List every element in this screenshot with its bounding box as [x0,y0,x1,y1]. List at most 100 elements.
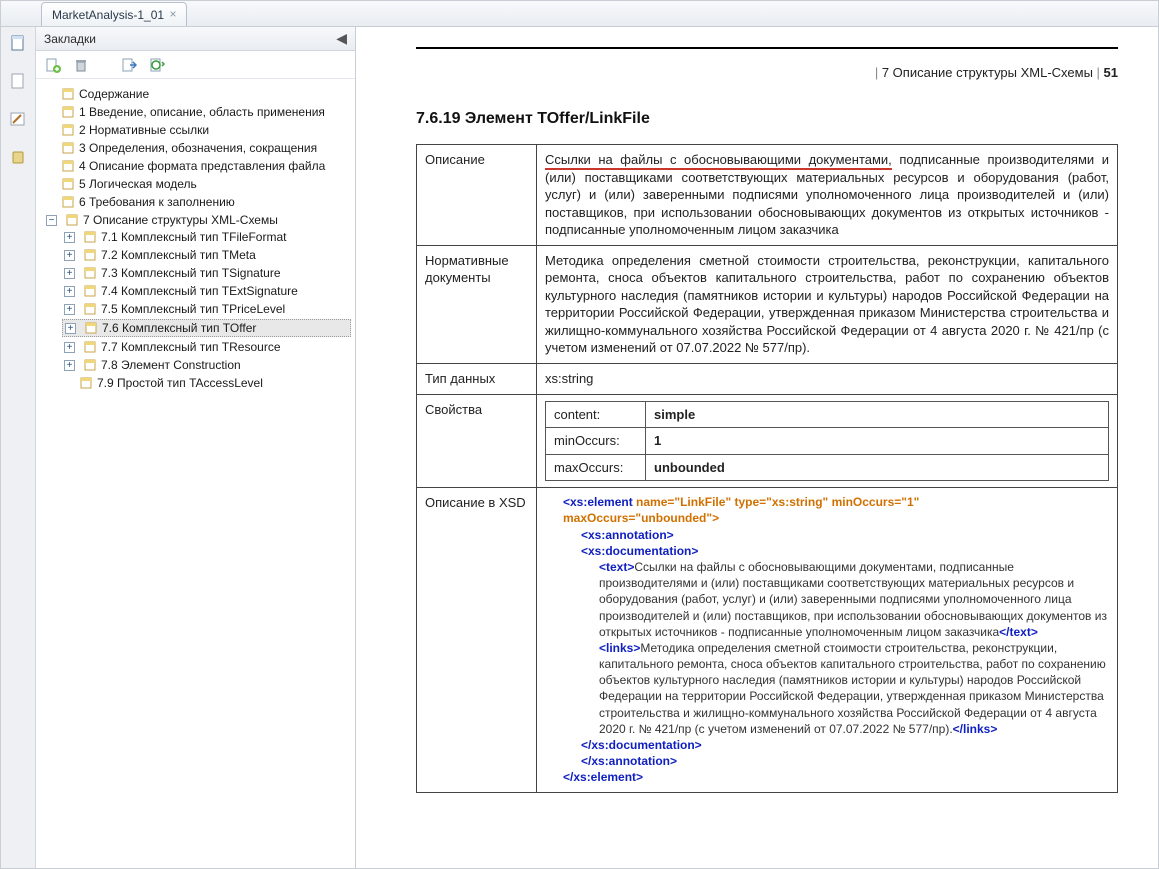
tree-item[interactable]: Содержание [44,86,351,102]
tree-item[interactable]: − 7 Описание структуры XML-Схемы [44,212,351,228]
tree-item[interactable]: 3 Определения, обозначения, сокращения [44,140,351,156]
bookmark-icon [83,302,97,316]
document-page: | 7 Описание структуры XML-Схемы | 51 7.… [356,27,1158,868]
row-label: Тип данных [417,364,537,395]
expand-toggle-icon[interactable]: + [64,360,75,371]
tree-label: 6 Требования к заполнению [79,195,235,209]
bookmark-icon [61,87,75,101]
collapse-icon[interactable]: ◀ [336,30,347,47]
bookmarks-sidebar: Закладки ◀ Содержание 1 Введение, описан… [36,27,356,868]
document-tab-label: MarketAnalysis-1_01 [52,8,164,22]
tree-item[interactable]: 4 Описание формата представления файла [44,158,351,174]
xsd-code: <xs:element name="LinkFile" type="xs:str… [537,488,1118,792]
bookmark-icon [83,358,97,372]
bookmark-icon [61,159,75,173]
sidebar-toolbar [36,51,355,79]
prop-val: simple [646,401,1109,428]
prop-val: unbounded [646,454,1109,481]
tree-item[interactable]: +7.3 Комплексный тип TSignature [62,265,351,281]
bookmark-icon [61,105,75,119]
bookmark-icon [79,376,93,390]
main: Закладки ◀ Содержание 1 Введение, описан… [1,27,1158,868]
tree-label: 7.2 Комплексный тип TMeta [101,248,256,262]
tree-item[interactable]: 6 Требования к заполнению [44,194,351,210]
bookmark-icon [83,340,97,354]
bookmark-icon [61,177,75,191]
tree-item-selected[interactable]: +7.6 Комплексный тип TOffer [62,319,351,337]
bookmark-icon [61,141,75,155]
page-icon[interactable] [8,71,28,91]
trash-icon[interactable] [72,56,90,74]
tree-label: 3 Определения, обозначения, сокращения [79,141,317,155]
row-value: Ссылки на файлы с обосновывающими докуме… [537,145,1118,246]
expand-toggle-icon[interactable]: + [64,286,75,297]
collapse-toggle-icon[interactable]: − [46,215,57,226]
tree-item[interactable]: 1 Введение, описание, область применения [44,104,351,120]
tree-label: 7.8 Элемент Construction [101,358,241,372]
tree-item[interactable]: +7.2 Комплексный тип TMeta [62,247,351,263]
page-header: | 7 Описание структуры XML-Схемы | 51 [416,65,1118,80]
definition-table: Описание Ссылки на файлы с обосновывающи… [416,144,1118,793]
bookmark-icon [65,213,79,227]
expand-toggle-icon[interactable]: + [64,232,75,243]
tree-label: 7.7 Комплексный тип TResource [101,340,281,354]
goto-bookmark-icon[interactable] [120,56,138,74]
tree-item[interactable]: +7.7 Комплексный тип TResource [62,339,351,355]
tree-label: 2 Нормативные ссылки [79,123,209,137]
section-title: 7.6.19 Элемент TOffer/LinkFile [416,110,1118,128]
bookmark-icon [61,195,75,209]
tree-label: 5 Логическая модель [79,177,197,191]
row-label: Нормативные документы [417,245,537,363]
expand-toggle-icon[interactable]: + [64,250,75,261]
bookmark-icon [84,321,98,335]
page-header-section: 7 Описание структуры XML-Схемы [882,65,1093,80]
prop-key: maxOccurs: [546,454,646,481]
document-tabbar: MarketAnalysis-1_01 × [1,1,1158,27]
properties-table: content:simple minOccurs:1 maxOccurs:unb… [545,401,1109,482]
prop-val: 1 [646,428,1109,455]
export-bookmark-icon[interactable] [148,56,166,74]
bookmark-icon [61,123,75,137]
tree-item[interactable]: 5 Логическая модель [44,176,351,192]
bookmarks-tree[interactable]: Содержание 1 Введение, описание, область… [36,79,355,868]
document-viewer[interactable]: | 7 Описание структуры XML-Схемы | 51 7.… [356,27,1158,868]
tree-label: 1 Введение, описание, область применения [79,105,325,119]
row-label: Описание [417,145,537,246]
new-doc-icon[interactable] [8,33,28,53]
row-value: xs:string [537,364,1118,395]
tree-item[interactable]: +7.5 Комплексный тип TPriceLevel [62,301,351,317]
tree-label: 7.9 Простой тип TAccessLevel [97,376,263,390]
expand-toggle-icon[interactable]: + [64,304,75,315]
bookmark-icon [83,230,97,244]
document-tab[interactable]: MarketAnalysis-1_01 × [41,2,187,26]
expand-toggle-icon[interactable]: + [64,342,75,353]
row-value: content:simple minOccurs:1 maxOccurs:unb… [537,394,1118,488]
tree-label: 7.5 Комплексный тип TPriceLevel [101,302,285,316]
row-label: Описание в XSD [417,488,537,792]
bookmark-icon [83,266,97,280]
app-window: MarketAnalysis-1_01 × Закладки ◀ [0,0,1159,869]
expand-toggle-icon[interactable]: + [65,323,76,334]
tree-item[interactable]: +7.1 Комплексный тип TFileFormat [62,229,351,245]
sidebar-header: Закладки ◀ [36,27,355,51]
book-icon[interactable] [8,147,28,167]
highlighted-text: Ссылки на файлы с обосновывающими докуме… [545,152,892,170]
tree-item[interactable]: 7.9 Простой тип TAccessLevel [62,375,351,391]
page-number: 51 [1104,65,1118,80]
add-bookmark-icon[interactable] [44,56,62,74]
tree-item[interactable]: +7.8 Элемент Construction [62,357,351,373]
tree-label: 7 Описание структуры XML-Схемы [83,213,278,227]
row-value: Методика определения сметной стоимости с… [537,245,1118,363]
tree-item[interactable]: 2 Нормативные ссылки [44,122,351,138]
tree-label: 7.6 Комплексный тип TOffer [102,321,256,335]
bookmark-icon [83,248,97,262]
tree-item[interactable]: +7.4 Комплексный тип TExtSignature [62,283,351,299]
expand-toggle-icon[interactable]: + [64,268,75,279]
tree-label: 7.4 Комплексный тип TExtSignature [101,284,298,298]
row-label: Свойства [417,394,537,488]
tree-label: 7.1 Комплексный тип TFileFormat [101,230,286,244]
bookmark-icon [83,284,97,298]
close-icon[interactable]: × [166,7,180,21]
edit-icon[interactable] [8,109,28,129]
tree-label: Содержание [79,87,149,101]
